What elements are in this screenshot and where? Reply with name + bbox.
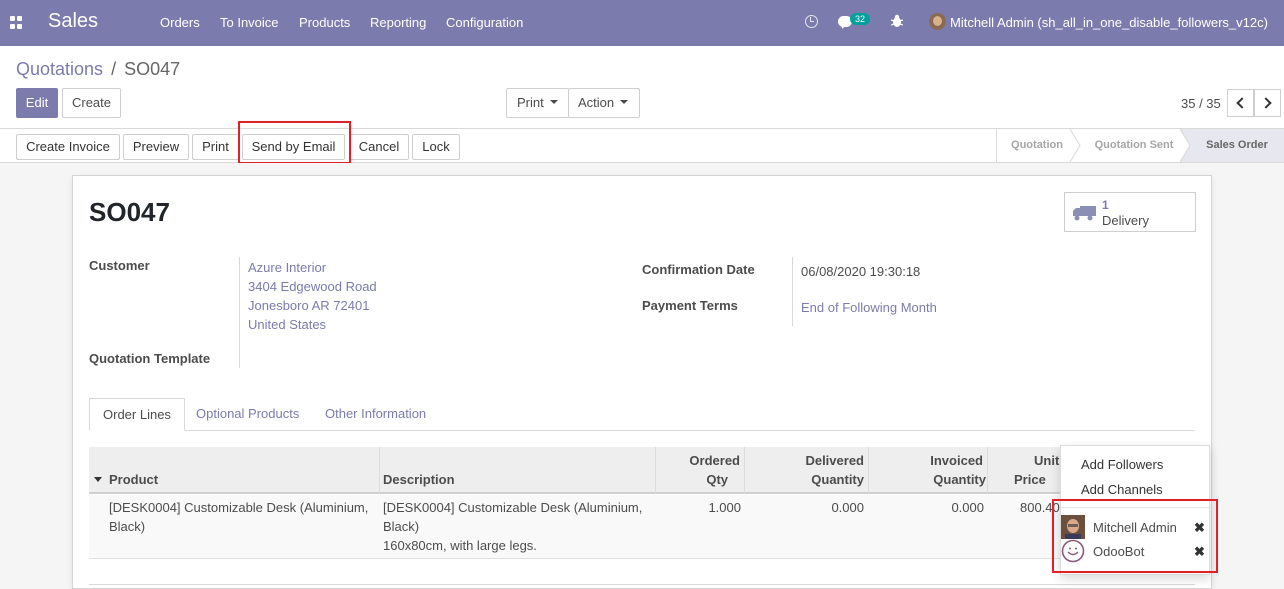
breadcrumb: Quotations / SO047 [16,59,180,80]
cell-product-line1: [DESK0004] Customizable Desk (Aluminium, [109,500,369,515]
column-separator [868,447,869,494]
action-dropdown[interactable]: Action [568,88,640,118]
print-dropdown[interactable]: Print [506,88,569,118]
col-header-ordered-qty[interactable]: Qty [706,472,728,487]
col-header-delivered[interactable]: Delivered [805,453,864,468]
activity-clock-icon[interactable] [805,15,818,28]
add-followers-item[interactable]: Add Followers [1081,457,1163,472]
field-separator [239,257,240,368]
customer-name-link[interactable]: Azure Interior [248,260,326,275]
stage-sales-order[interactable]: Sales Order [1190,129,1284,162]
preview-button[interactable]: Preview [123,134,189,160]
col-header-delivered-qty[interactable]: Quantity [811,472,864,487]
col-header-ordered[interactable]: Ordered [689,453,740,468]
cell-delivered-qty: 0.000 [831,500,864,515]
cell-description-line2: Black) [383,519,420,534]
customer-country[interactable]: United States [248,317,326,332]
cell-description-line3: 160x80cm, with large legs. [383,538,537,553]
col-header-unit-price[interactable]: Price [1014,472,1046,487]
payment-terms-label: Payment Terms [642,298,738,313]
cancel-button[interactable]: Cancel [349,134,409,160]
payment-terms-link[interactable]: End of Following Month [801,300,937,315]
column-separator [655,447,656,494]
app-name[interactable]: Sales [48,10,98,33]
customer-city[interactable]: Jonesboro AR 72401 [248,298,369,313]
stage-arrow [1070,129,1081,162]
stage-quotation[interactable]: Quotation [997,129,1077,162]
col-header-unit[interactable]: Unit [1034,453,1059,468]
customer-label: Customer [89,258,150,273]
menu-orders[interactable]: Orders [160,15,200,30]
cell-invoiced-qty: 0.000 [951,500,984,515]
delivery-label: Delivery [1102,213,1149,228]
chat-count-badge: 32 [850,13,871,25]
menu-products[interactable]: Products [299,15,350,30]
customer-street[interactable]: 3404 Edgewood Road [248,279,377,294]
col-header-description[interactable]: Description [383,472,455,487]
print-dropdown-label: Print [517,95,544,110]
tab-optional-products[interactable]: Optional Products [183,398,312,431]
stage-quotation-sent[interactable]: Quotation Sent [1082,129,1186,162]
col-header-product[interactable]: Product [109,472,158,487]
highlight-send-email [238,121,351,164]
lock-button[interactable]: Lock [412,134,460,160]
record-title: SO047 [89,197,170,227]
highlight-followers [1052,499,1218,573]
user-avatar[interactable] [929,13,946,30]
pager-value[interactable]: 35 / 35 [1181,96,1221,111]
quotation-template-label: Quotation Template [89,351,211,366]
cell-description-line1: [DESK0004] Customizable Desk (Aluminium, [383,500,643,515]
menu-configuration[interactable]: Configuration [446,15,523,30]
breadcrumb-current: SO047 [124,59,181,79]
table-bottom-divider [89,584,1195,585]
top-navbar: Sales Orders To Invoice Products Reporti… [0,0,1284,46]
delivery-smart-button[interactable]: 1 Delivery [1064,192,1196,232]
action-dropdown-label: Action [578,95,615,110]
confirmation-date-label: Confirmation Date [642,262,755,277]
sort-caret-icon[interactable] [94,477,102,482]
create-button[interactable]: Create [62,88,121,118]
chevron-left-icon [1236,97,1248,109]
add-channels-item[interactable]: Add Channels [1081,482,1163,497]
pager-previous-button[interactable] [1227,89,1254,117]
create-invoice-button[interactable]: Create Invoice [16,134,120,160]
tab-other-information[interactable]: Other Information [312,398,439,431]
user-menu[interactable]: Mitchell Admin (sh_all_in_one_disable_fo… [950,15,1268,30]
column-separator [744,447,745,494]
column-separator [987,447,988,494]
col-header-invoiced[interactable]: Invoiced [930,453,983,468]
col-header-invoiced-qty[interactable]: Quantity [933,472,986,487]
truck-icon [1073,206,1096,221]
cell-product-line2: Black) [109,519,146,534]
menu-to-invoice[interactable]: To Invoice [220,15,279,30]
column-separator [379,447,380,494]
caret-down-icon [549,100,558,105]
cell-ordered-qty: 1.000 [708,500,741,515]
apps-menu-icon[interactable] [10,16,23,29]
menu-reporting[interactable]: Reporting [370,15,426,30]
chevron-right-icon [1260,97,1272,109]
pager-next-button[interactable] [1254,89,1281,117]
confirmation-date-value: 06/08/2020 19:30:18 [801,264,921,279]
tab-order-lines[interactable]: Order Lines [89,398,185,431]
debug-bug-icon[interactable] [891,14,903,28]
delivery-count: 1 [1102,198,1109,212]
edit-button[interactable]: Edit [16,88,58,118]
breadcrumb-separator: / [111,59,117,79]
breadcrumb-quotations[interactable]: Quotations [16,59,103,79]
status-bar: Create Invoice Preview Print Send by Ema… [0,128,1284,163]
field-separator [792,257,793,326]
print-button[interactable]: Print [192,134,239,160]
caret-down-icon [620,100,629,105]
